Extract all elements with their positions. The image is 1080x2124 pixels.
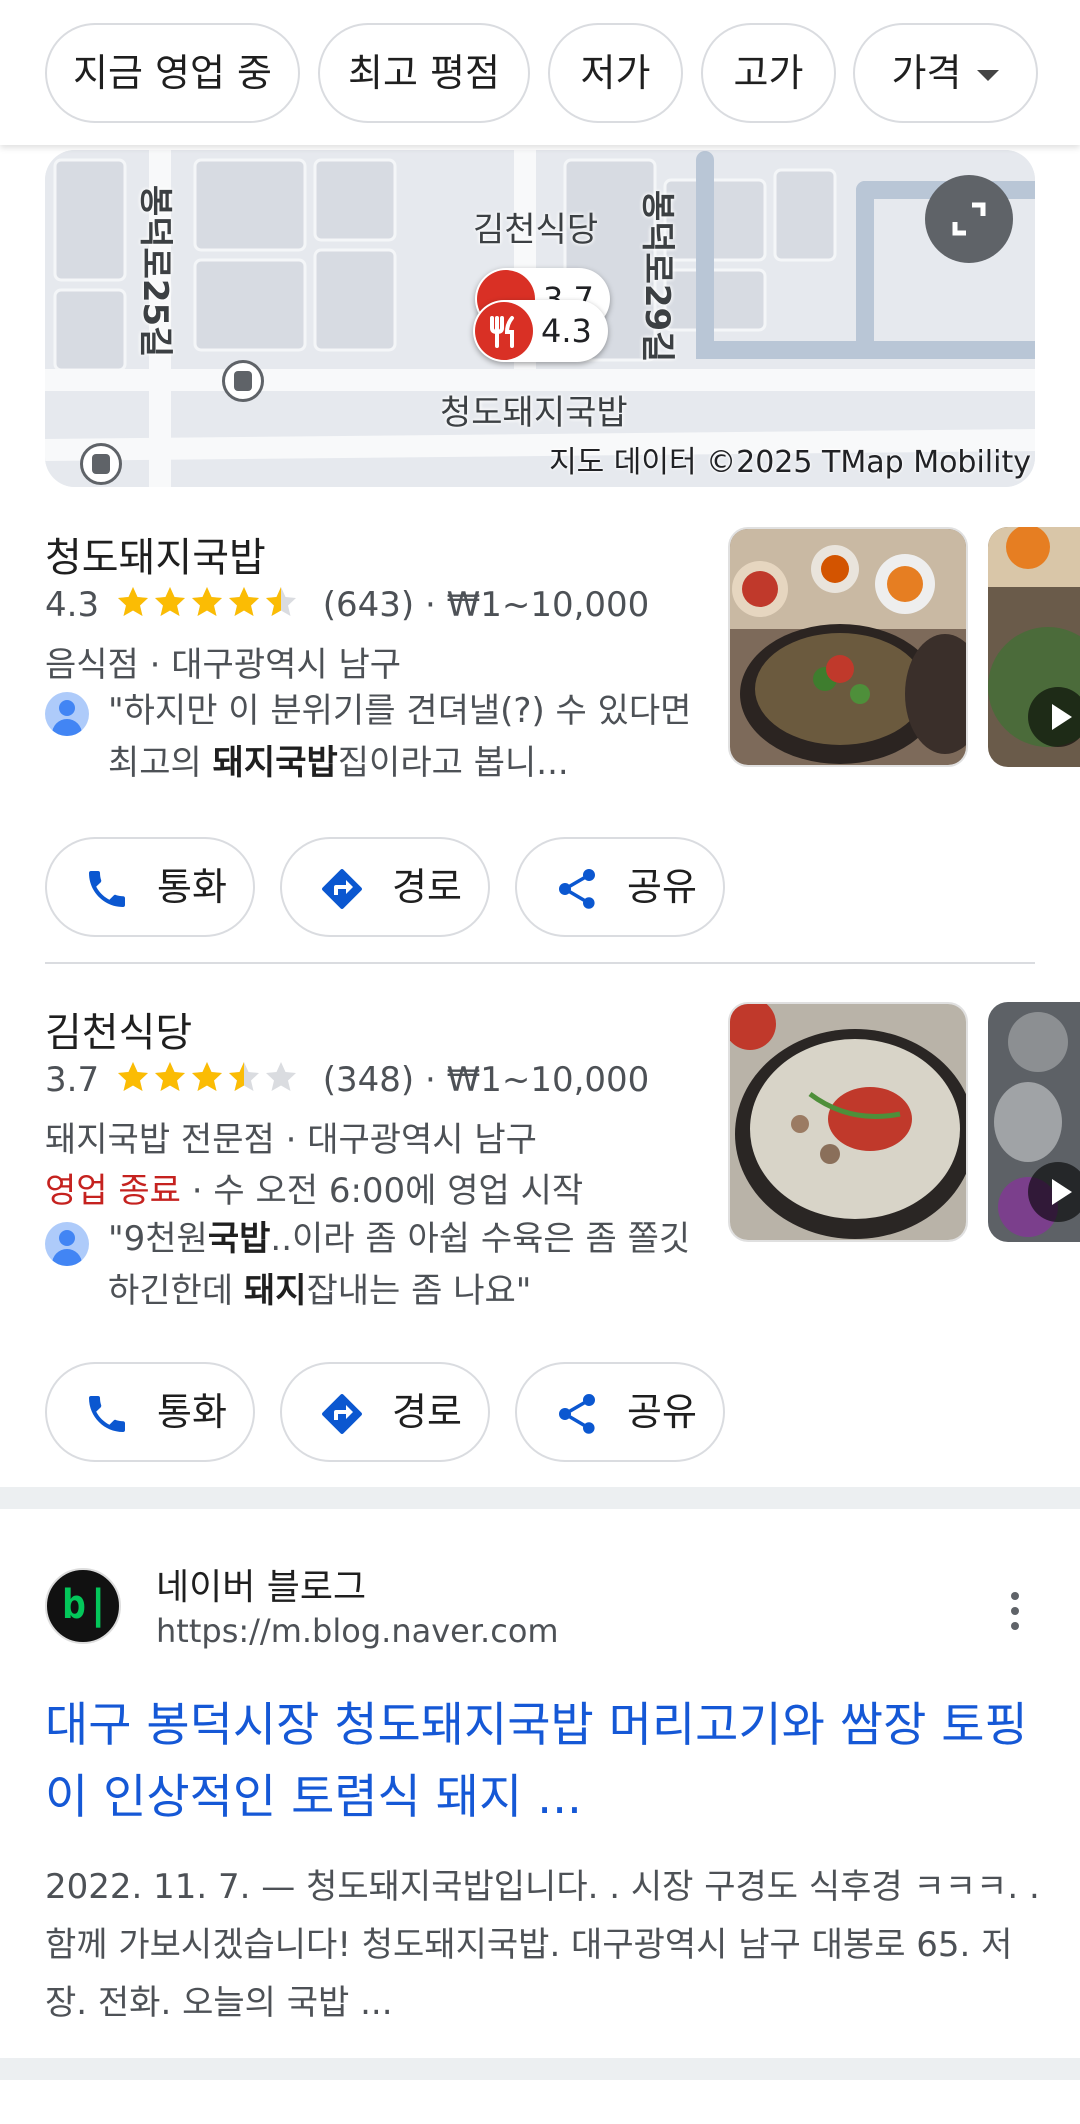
listing-rating-line: 4.3 (643) · ₩1~10,000: [45, 585, 649, 628]
call-label: 통화: [157, 1390, 227, 1434]
review-highlight: 돼지: [243, 1271, 307, 1311]
separator-dot: ·: [424, 585, 447, 625]
map[interactable]: 봉덕로25길 봉덕로29길 김천식당 청도돼지국밥 3.7 4.3 지도 데이터…: [45, 150, 1035, 487]
more-options-icon[interactable]: [1005, 1592, 1025, 1634]
map-pin-cheongdo[interactable]: 4.3: [473, 300, 608, 362]
result-title-link[interactable]: 대구 봉덕시장 청도돼지국밥 머리고기와 쌈장 토핑이 인상적인 토렴식 돼지 …: [45, 1690, 1045, 1834]
chip-price-dropdown[interactable]: 가격: [853, 23, 1038, 123]
review-text: 집이라고 봅니...: [337, 743, 569, 783]
map-credit: 지도 데이터 ©2025 TMap Mobility: [549, 445, 1031, 480]
map-place-label-top: 김천식당: [473, 210, 599, 250]
listing-video-thumb[interactable]: [988, 1002, 1080, 1242]
listing-video-thumb[interactable]: [988, 527, 1080, 767]
review-highlight: 국밥: [207, 1219, 271, 1259]
section-separator: [0, 2058, 1080, 2080]
chip-high-price[interactable]: 고가: [701, 23, 836, 123]
listing-photo[interactable]: [728, 527, 968, 767]
star-icon: [228, 587, 259, 616]
listing-hours: 영업 종료 · 수 오전 6:00에 영업 시작: [45, 1163, 583, 1212]
share-label: 공유: [627, 865, 697, 909]
star-icon: [154, 587, 185, 616]
directions-button[interactable]: 경로: [280, 837, 490, 937]
share-label: 공유: [627, 1390, 697, 1434]
listing-photo[interactable]: [728, 1002, 968, 1242]
play-icon: [1028, 1162, 1080, 1222]
star-icon: [191, 1062, 222, 1091]
section-separator: [0, 1487, 1080, 1509]
review-snippet: "9천원국밥..이라 좀 아쉽 수육은 좀 쫄깃하긴한데 돼지잡내는 좀 나요": [108, 1213, 698, 1317]
rating-value: 4.3: [45, 585, 100, 625]
call-button[interactable]: 통화: [45, 837, 255, 937]
map-place-label-bottom: 청도돼지국밥: [440, 393, 628, 433]
review-snippet: "하지만 이 분위기를 견뎌낼(?) 수 있다면 최고의 돼지국밥집이라고 봅니…: [108, 685, 698, 789]
reviewer-avatar-icon: [45, 1222, 89, 1266]
listing-category: 음식점 · 대구광역시 남구: [45, 645, 402, 685]
listing-name[interactable]: 청도돼지국밥: [45, 525, 266, 583]
star-icon: [265, 587, 296, 616]
star-icon: [117, 1062, 148, 1091]
share-button[interactable]: 공유: [515, 1362, 725, 1462]
logo-text: b|: [62, 1582, 111, 1628]
review-count: (348): [322, 1060, 415, 1100]
price-range: ₩1~10,000: [446, 1060, 650, 1100]
filter-chip-bar: 지금 영업 중 최고 평점 저가 고가 가격: [0, 0, 1080, 145]
review-text: 잡내는 좀 나요": [306, 1271, 532, 1311]
rating-value: 3.7: [45, 1060, 100, 1100]
chip-low-price[interactable]: 저가: [548, 23, 683, 123]
bus-stop-icon: [80, 443, 122, 485]
opening-time: · 수 오전 6:00에 영업 시작: [180, 1171, 584, 1211]
star-rating: [116, 1060, 306, 1103]
star-icon: [265, 1062, 296, 1091]
star-rating: [116, 585, 306, 628]
star-icon: [117, 587, 148, 616]
map-pin-rating: 4.3: [541, 312, 592, 350]
call-button[interactable]: 통화: [45, 1362, 255, 1462]
share-button[interactable]: 공유: [515, 837, 725, 937]
directions-button[interactable]: 경로: [280, 1362, 490, 1462]
site-name[interactable]: 네이버 블로그: [156, 1558, 366, 1610]
chip-price-label: 가격: [891, 51, 962, 95]
play-icon: [1028, 687, 1080, 747]
expand-icon: [952, 202, 986, 236]
divider: [45, 962, 1035, 964]
review-count: (643): [322, 585, 415, 625]
review-highlight: 돼지국밥: [212, 743, 338, 783]
site-url[interactable]: https://m.blog.naver.com: [156, 1612, 559, 1650]
naver-blog-logo: b|: [45, 1568, 121, 1644]
directions-label: 경로: [392, 1390, 462, 1434]
reviewer-avatar-icon: [45, 692, 89, 736]
share-icon: [559, 1394, 595, 1434]
share-icon: [559, 869, 595, 909]
map-road-label-left: 봉덕로25길: [135, 185, 175, 358]
listing-rating-line: 3.7 (348) · ₩1~10,000: [45, 1060, 649, 1103]
directions-label: 경로: [392, 865, 462, 909]
star-icon: [228, 1062, 259, 1091]
chevron-down-icon: [977, 70, 1000, 81]
chip-open-now[interactable]: 지금 영업 중: [45, 23, 300, 123]
chip-top-rated[interactable]: 최고 평점: [318, 23, 530, 123]
listing-category: 돼지국밥 전문점 · 대구광역시 남구: [45, 1120, 537, 1160]
phone-icon: [89, 871, 125, 907]
result-snippet: 2022. 11. 7. — 청도돼지국밥입니다. . 시장 구경도 식후경 ㅋ…: [45, 1867, 1040, 2023]
star-icon: [191, 587, 222, 616]
bus-stop-icon: [222, 360, 264, 402]
review-text: "9천원: [108, 1219, 208, 1259]
call-label: 통화: [157, 865, 227, 909]
expand-map-button[interactable]: [925, 175, 1013, 263]
listing-name[interactable]: 김천식당: [45, 1000, 192, 1058]
directions-icon: [322, 1394, 362, 1434]
star-icon: [154, 1062, 185, 1091]
closed-status: 영업 종료: [45, 1171, 181, 1211]
price-range: ₩1~10,000: [446, 585, 650, 625]
directions-icon: [322, 869, 362, 909]
map-road-label-right: 봉덕로29길: [637, 190, 677, 363]
separator-dot: ·: [424, 1060, 447, 1100]
restaurant-icon: [475, 302, 533, 360]
phone-icon: [89, 1396, 125, 1432]
